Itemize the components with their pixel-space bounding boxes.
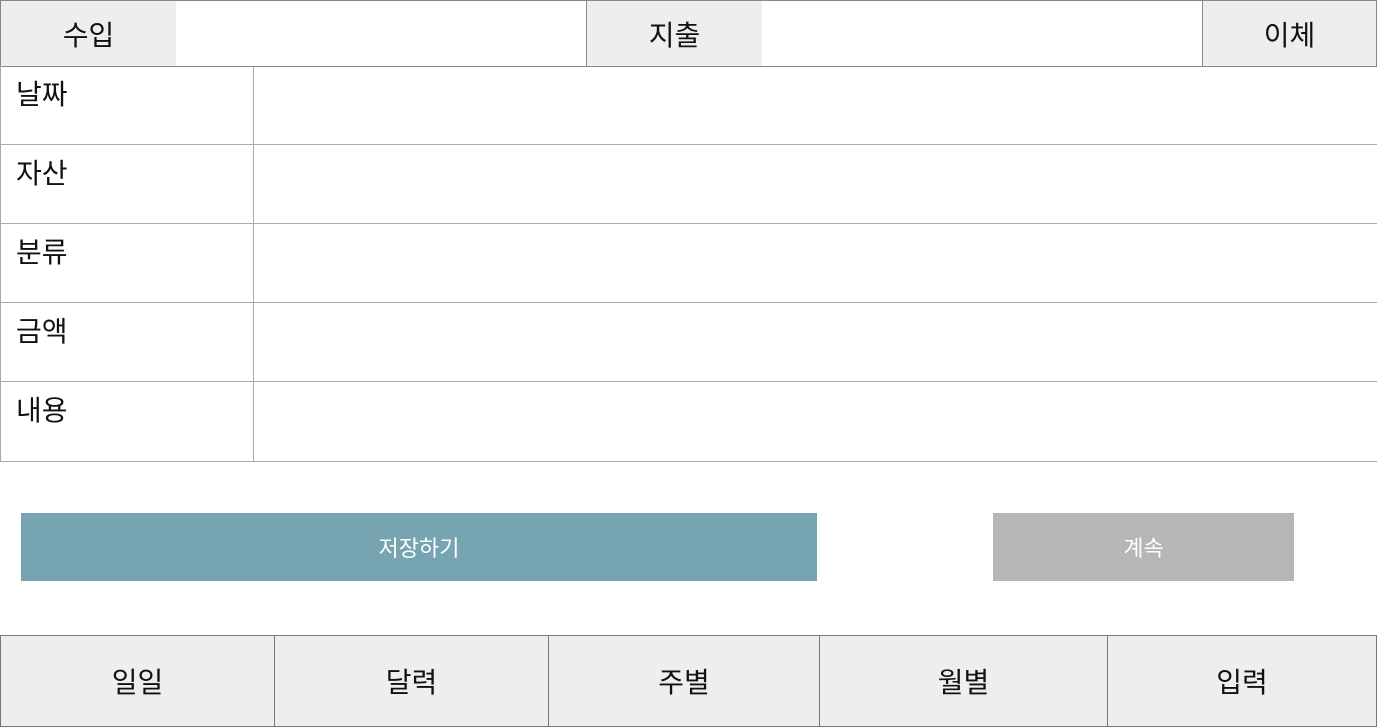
asset-label: 자산 [1, 145, 254, 223]
tab-expense[interactable]: 지출 [586, 0, 763, 67]
category-field[interactable] [254, 224, 1377, 302]
tab-expense-label: 지출 [648, 18, 701, 52]
nav-daily-label: 일일 [111, 666, 164, 699]
amount-label: 금액 [1, 303, 254, 381]
asset-field[interactable] [254, 145, 1377, 223]
tab-income[interactable]: 수입 [0, 0, 177, 67]
tab-transfer-label: 이체 [1263, 18, 1316, 52]
nav-calendar[interactable]: 달력 [274, 635, 549, 727]
expense-amount-display [762, 0, 1203, 67]
nav-daily[interactable]: 일일 [0, 635, 275, 727]
transaction-type-bar: 수입 지출 이체 [0, 0, 1377, 67]
nav-monthly[interactable]: 월별 [819, 635, 1108, 727]
tab-transfer[interactable]: 이체 [1202, 0, 1377, 67]
memo-label: 내용 [1, 382, 254, 461]
date-label: 날짜 [1, 66, 254, 144]
nav-weekly[interactable]: 주별 [548, 635, 820, 727]
nav-input-label: 입력 [1216, 666, 1268, 699]
nav-input[interactable]: 입력 [1107, 635, 1377, 727]
memo-field[interactable] [254, 382, 1377, 461]
entry-form: 날짜 자산 분류 금액 내용 [0, 66, 1377, 462]
nav-calendar-label: 달력 [385, 666, 438, 699]
income-amount-display [176, 0, 587, 67]
form-row-category: 분류 [0, 224, 1377, 303]
form-row-memo: 내용 [0, 382, 1377, 462]
nav-monthly-label: 월별 [937, 666, 990, 699]
bottom-nav: 일일 달력 주별 월별 입력 [0, 635, 1377, 727]
form-row-date: 날짜 [0, 66, 1377, 145]
nav-weekly-label: 주별 [658, 666, 710, 699]
save-button[interactable]: 저장하기 [21, 513, 817, 581]
save-button-label: 저장하기 [378, 537, 460, 562]
form-row-asset: 자산 [0, 145, 1377, 224]
form-row-amount: 금액 [0, 303, 1377, 382]
tab-income-label: 수입 [62, 18, 115, 52]
category-label: 분류 [1, 224, 254, 302]
continue-button-label: 계속 [1123, 537, 1164, 562]
continue-button[interactable]: 계속 [993, 513, 1294, 581]
amount-field[interactable] [254, 303, 1377, 381]
date-field[interactable] [254, 66, 1377, 144]
